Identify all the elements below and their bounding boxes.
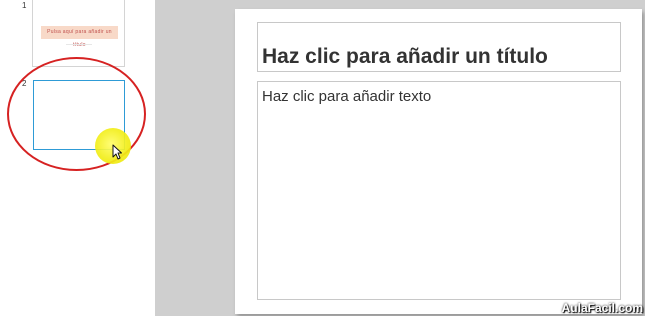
slide-thumbnail-panel: 1 Pulsa aquí para añadir un título 2: [0, 0, 155, 316]
content-placeholder-text: Haz clic para añadir texto: [262, 88, 432, 105]
slide-canvas: Haz clic para añadir un título Haz clic …: [235, 9, 642, 314]
title-placeholder[interactable]: Haz clic para añadir un título: [257, 22, 621, 72]
mouse-pointer-icon: [112, 144, 122, 160]
content-placeholder[interactable]: Haz clic para añadir texto: [257, 81, 621, 300]
slide-thumbnail-1-title: Pulsa aquí para añadir un título: [41, 26, 118, 48]
slide-number-1: 1: [22, 1, 27, 10]
watermark-logo: AulaFacil.com: [561, 301, 643, 315]
title-placeholder-text: Haz clic para añadir un título: [262, 45, 548, 68]
slide-thumbnail-1-subtitle-line: [66, 44, 92, 45]
